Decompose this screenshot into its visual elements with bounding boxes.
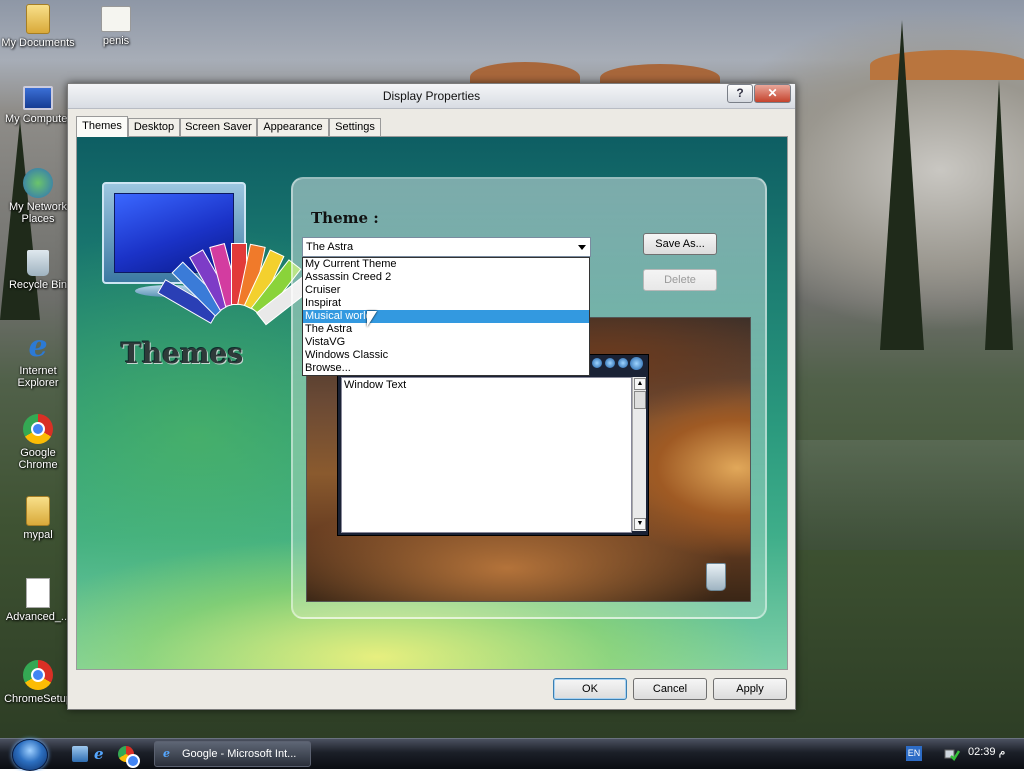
theme-select-value: The Astra bbox=[306, 241, 354, 253]
folder-icon bbox=[26, 4, 50, 34]
desktop-icon-recycle-bin[interactable]: Recycle Bin bbox=[0, 250, 76, 291]
desktop-icon-chromesetup[interactable]: ChromeSetup bbox=[0, 660, 76, 705]
desktop-icon-advanced[interactable]: Advanced_... bbox=[0, 578, 76, 623]
desktop-icon-internet-explorer[interactable]: e Internet Explorer bbox=[0, 329, 76, 390]
taskbar-window-label: Google - Microsoft Int... bbox=[182, 748, 297, 760]
themes-panel: Themes Theme : The Astra Save As... Dele… bbox=[76, 136, 788, 670]
ie-icon: e bbox=[163, 747, 170, 760]
preview-window-text-area: Window Text bbox=[341, 377, 632, 533]
chrome-icon bbox=[23, 414, 53, 444]
tab-settings[interactable]: Settings bbox=[329, 118, 381, 136]
theme-option[interactable]: Browse... bbox=[303, 362, 589, 375]
desktop-icon-label: My Computer bbox=[4, 113, 72, 125]
theme-option[interactable]: VistaVG bbox=[303, 336, 589, 349]
folder-icon bbox=[26, 496, 50, 526]
desktop-icon-label: Google Chrome bbox=[18, 447, 58, 471]
scroll-up-icon: ▲ bbox=[634, 378, 646, 390]
display-properties-dialog: Display Properties ? ✕ Themes Desktop Sc… bbox=[67, 83, 796, 710]
taskbar-window-button[interactable]: e Google - Microsoft Int... bbox=[154, 741, 311, 767]
chrome-icon[interactable] bbox=[118, 746, 140, 768]
window-title: Display Properties bbox=[382, 89, 481, 103]
theme-option[interactable]: The Astra bbox=[303, 323, 589, 336]
save-as-button[interactable]: Save As... bbox=[643, 233, 717, 255]
language-indicator[interactable]: EN bbox=[906, 746, 922, 761]
theme-option[interactable]: Windows Classic bbox=[303, 349, 589, 362]
preview-window-text: Window Text bbox=[344, 379, 407, 391]
desktop-icon-mypal[interactable]: mypal bbox=[0, 496, 76, 541]
preview-window: Window Text ▲ ▼ bbox=[337, 354, 649, 536]
desktop-icon-label: Recycle Bin bbox=[8, 279, 68, 291]
pine-tree bbox=[985, 80, 1013, 350]
desktop-icon-google-chrome[interactable]: Google Chrome bbox=[0, 414, 76, 471]
delete-button[interactable]: Delete bbox=[643, 269, 717, 291]
desktop-icon-label: My Documents bbox=[1, 37, 75, 49]
ok-button[interactable]: OK bbox=[553, 678, 627, 700]
preview-recycle-bin-icon bbox=[706, 563, 726, 591]
show-desktop-icon[interactable] bbox=[72, 746, 88, 762]
document-icon bbox=[26, 578, 50, 608]
computer-icon bbox=[23, 86, 53, 110]
title-bar[interactable]: Display Properties ? ✕ bbox=[68, 84, 795, 109]
desktop-icon-my-computer[interactable]: My Computer bbox=[0, 86, 76, 125]
tab-themes[interactable]: Themes bbox=[76, 116, 128, 137]
clock: 02:39 م bbox=[968, 746, 1006, 758]
network-status-icon[interactable] bbox=[944, 745, 961, 761]
tab-desktop[interactable]: Desktop bbox=[128, 118, 180, 136]
theme-dropdown-list[interactable]: My Current Theme Assassin Creed 2 Cruise… bbox=[302, 257, 590, 376]
scroll-thumb bbox=[634, 391, 646, 409]
theme-option[interactable]: Inspirat bbox=[303, 297, 589, 310]
theme-option[interactable]: Assassin Creed 2 bbox=[303, 271, 589, 284]
tab-appearance[interactable]: Appearance bbox=[257, 118, 329, 136]
desktop-icon-label: ChromeSetup bbox=[4, 693, 72, 705]
desktop-icon-label: penis bbox=[102, 35, 130, 47]
desktop-icon-network-places[interactable]: My Network Places bbox=[0, 168, 76, 225]
lake bbox=[795, 440, 1024, 550]
close-button[interactable]: ✕ bbox=[754, 84, 791, 103]
desktop-icon-penis[interactable]: penis bbox=[78, 6, 154, 47]
network-icon bbox=[23, 168, 53, 198]
tab-screen-saver[interactable]: Screen Saver bbox=[180, 118, 257, 136]
desktop-icon-label: Internet Explorer bbox=[17, 365, 59, 389]
ie-icon[interactable]: e bbox=[94, 746, 110, 762]
cancel-button[interactable]: Cancel bbox=[633, 678, 707, 700]
color-palette-icon bbox=[157, 235, 315, 335]
chevron-down-icon[interactable] bbox=[578, 245, 586, 250]
preview-window-buttons bbox=[592, 357, 644, 370]
themes-logo-text: Themes bbox=[121, 337, 244, 370]
theme-label: Theme : bbox=[311, 209, 379, 227]
help-button[interactable]: ? bbox=[727, 84, 753, 103]
theme-option[interactable]: My Current Theme bbox=[303, 258, 589, 271]
start-button[interactable] bbox=[12, 739, 48, 771]
scroll-down-icon: ▼ bbox=[634, 518, 646, 530]
theme-option[interactable]: Cruiser bbox=[303, 284, 589, 297]
ie-icon: e bbox=[28, 329, 48, 364]
mouse-pointer-icon bbox=[367, 311, 377, 327]
apply-button[interactable]: Apply bbox=[713, 678, 787, 700]
theme-select[interactable]: The Astra bbox=[302, 237, 591, 257]
recycle-bin-icon bbox=[27, 250, 49, 276]
desktop-icon-my-documents[interactable]: My Documents bbox=[0, 4, 76, 49]
desktop-icon-label: mypal bbox=[23, 529, 53, 541]
preview-scrollbar: ▲ ▼ bbox=[632, 377, 646, 531]
setup-icon bbox=[23, 660, 53, 690]
desktop-icon-label: Advanced_... bbox=[5, 611, 71, 623]
certificate-icon bbox=[101, 6, 131, 32]
theme-option-highlighted[interactable]: Musical world bbox=[303, 310, 589, 323]
pine-tree bbox=[880, 20, 924, 350]
desktop-icon-label: My Network Places bbox=[8, 201, 68, 225]
